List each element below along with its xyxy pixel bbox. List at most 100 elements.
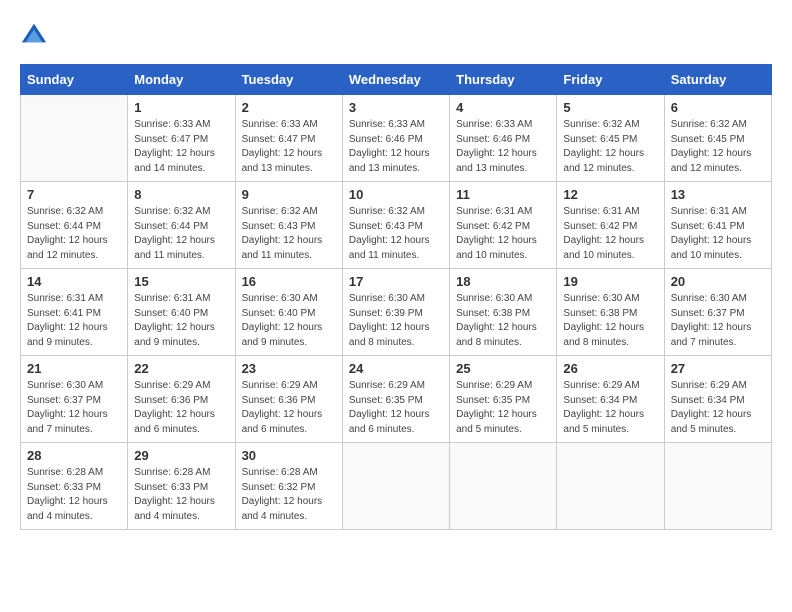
day-number: 18 (456, 274, 550, 289)
day-number: 17 (349, 274, 443, 289)
calendar-day-cell: 12 Sunrise: 6:31 AM Sunset: 6:42 PM Dayl… (557, 182, 664, 269)
day-number: 2 (242, 100, 336, 115)
day-number: 5 (563, 100, 657, 115)
day-info: Sunrise: 6:32 AM Sunset: 6:44 PM Dayligh… (134, 205, 228, 263)
day-info: Sunrise: 6:30 AM Sunset: 6:40 PM Dayligh… (242, 292, 336, 350)
calendar-week-row: 14 Sunrise: 6:31 AM Sunset: 6:41 PM Dayl… (21, 269, 772, 356)
calendar-day-cell: 11 Sunrise: 6:31 AM Sunset: 6:42 PM Dayl… (450, 182, 557, 269)
day-number: 4 (456, 100, 550, 115)
calendar-day-cell: 29 Sunrise: 6:28 AM Sunset: 6:33 PM Dayl… (128, 443, 235, 530)
day-info: Sunrise: 6:29 AM Sunset: 6:36 PM Dayligh… (242, 379, 336, 437)
day-info: Sunrise: 6:33 AM Sunset: 6:46 PM Dayligh… (349, 118, 443, 176)
calendar-day-cell: 24 Sunrise: 6:29 AM Sunset: 6:35 PM Dayl… (342, 356, 449, 443)
calendar-day-cell: 27 Sunrise: 6:29 AM Sunset: 6:34 PM Dayl… (664, 356, 771, 443)
day-info: Sunrise: 6:33 AM Sunset: 6:46 PM Dayligh… (456, 118, 550, 176)
day-number: 8 (134, 187, 228, 202)
day-info: Sunrise: 6:33 AM Sunset: 6:47 PM Dayligh… (242, 118, 336, 176)
day-number: 29 (134, 448, 228, 463)
weekday-header: Monday (128, 65, 235, 95)
day-number: 10 (349, 187, 443, 202)
day-info: Sunrise: 6:32 AM Sunset: 6:44 PM Dayligh… (27, 205, 121, 263)
logo-icon (20, 20, 48, 48)
calendar-day-cell: 22 Sunrise: 6:29 AM Sunset: 6:36 PM Dayl… (128, 356, 235, 443)
calendar-day-cell: 1 Sunrise: 6:33 AM Sunset: 6:47 PM Dayli… (128, 95, 235, 182)
calendar-day-cell: 3 Sunrise: 6:33 AM Sunset: 6:46 PM Dayli… (342, 95, 449, 182)
day-number: 25 (456, 361, 550, 376)
calendar-day-cell: 21 Sunrise: 6:30 AM Sunset: 6:37 PM Dayl… (21, 356, 128, 443)
calendar-day-cell: 26 Sunrise: 6:29 AM Sunset: 6:34 PM Dayl… (557, 356, 664, 443)
calendar-day-cell: 8 Sunrise: 6:32 AM Sunset: 6:44 PM Dayli… (128, 182, 235, 269)
day-number: 20 (671, 274, 765, 289)
page-header (20, 20, 772, 48)
day-info: Sunrise: 6:32 AM Sunset: 6:45 PM Dayligh… (563, 118, 657, 176)
day-number: 24 (349, 361, 443, 376)
calendar-header-row: SundayMondayTuesdayWednesdayThursdayFrid… (21, 65, 772, 95)
calendar-day-cell: 20 Sunrise: 6:30 AM Sunset: 6:37 PM Dayl… (664, 269, 771, 356)
calendar-day-cell: 16 Sunrise: 6:30 AM Sunset: 6:40 PM Dayl… (235, 269, 342, 356)
day-number: 13 (671, 187, 765, 202)
calendar-day-cell: 18 Sunrise: 6:30 AM Sunset: 6:38 PM Dayl… (450, 269, 557, 356)
day-number: 22 (134, 361, 228, 376)
day-info: Sunrise: 6:33 AM Sunset: 6:47 PM Dayligh… (134, 118, 228, 176)
day-info: Sunrise: 6:31 AM Sunset: 6:40 PM Dayligh… (134, 292, 228, 350)
day-info: Sunrise: 6:30 AM Sunset: 6:38 PM Dayligh… (456, 292, 550, 350)
day-number: 7 (27, 187, 121, 202)
calendar-day-cell: 10 Sunrise: 6:32 AM Sunset: 6:43 PM Dayl… (342, 182, 449, 269)
calendar-header: SundayMondayTuesdayWednesdayThursdayFrid… (21, 65, 772, 95)
calendar-day-cell (342, 443, 449, 530)
day-number: 21 (27, 361, 121, 376)
day-number: 28 (27, 448, 121, 463)
day-info: Sunrise: 6:31 AM Sunset: 6:41 PM Dayligh… (27, 292, 121, 350)
day-info: Sunrise: 6:31 AM Sunset: 6:42 PM Dayligh… (456, 205, 550, 263)
day-info: Sunrise: 6:29 AM Sunset: 6:35 PM Dayligh… (456, 379, 550, 437)
day-number: 23 (242, 361, 336, 376)
day-info: Sunrise: 6:31 AM Sunset: 6:42 PM Dayligh… (563, 205, 657, 263)
calendar-week-row: 7 Sunrise: 6:32 AM Sunset: 6:44 PM Dayli… (21, 182, 772, 269)
calendar-week-row: 1 Sunrise: 6:33 AM Sunset: 6:47 PM Dayli… (21, 95, 772, 182)
day-info: Sunrise: 6:30 AM Sunset: 6:37 PM Dayligh… (27, 379, 121, 437)
day-info: Sunrise: 6:28 AM Sunset: 6:33 PM Dayligh… (134, 466, 228, 524)
day-info: Sunrise: 6:29 AM Sunset: 6:36 PM Dayligh… (134, 379, 228, 437)
day-number: 14 (27, 274, 121, 289)
day-number: 26 (563, 361, 657, 376)
calendar-day-cell: 15 Sunrise: 6:31 AM Sunset: 6:40 PM Dayl… (128, 269, 235, 356)
day-info: Sunrise: 6:30 AM Sunset: 6:38 PM Dayligh… (563, 292, 657, 350)
day-number: 15 (134, 274, 228, 289)
day-info: Sunrise: 6:32 AM Sunset: 6:45 PM Dayligh… (671, 118, 765, 176)
weekday-header: Friday (557, 65, 664, 95)
logo (20, 20, 52, 48)
day-number: 1 (134, 100, 228, 115)
calendar-day-cell: 23 Sunrise: 6:29 AM Sunset: 6:36 PM Dayl… (235, 356, 342, 443)
day-number: 19 (563, 274, 657, 289)
day-number: 16 (242, 274, 336, 289)
day-info: Sunrise: 6:31 AM Sunset: 6:41 PM Dayligh… (671, 205, 765, 263)
day-info: Sunrise: 6:28 AM Sunset: 6:32 PM Dayligh… (242, 466, 336, 524)
day-info: Sunrise: 6:28 AM Sunset: 6:33 PM Dayligh… (27, 466, 121, 524)
weekday-header: Saturday (664, 65, 771, 95)
day-number: 30 (242, 448, 336, 463)
calendar-day-cell (664, 443, 771, 530)
weekday-header: Wednesday (342, 65, 449, 95)
calendar-day-cell: 4 Sunrise: 6:33 AM Sunset: 6:46 PM Dayli… (450, 95, 557, 182)
calendar-day-cell: 14 Sunrise: 6:31 AM Sunset: 6:41 PM Dayl… (21, 269, 128, 356)
day-info: Sunrise: 6:32 AM Sunset: 6:43 PM Dayligh… (242, 205, 336, 263)
calendar-day-cell (450, 443, 557, 530)
calendar-day-cell: 2 Sunrise: 6:33 AM Sunset: 6:47 PM Dayli… (235, 95, 342, 182)
calendar-day-cell: 6 Sunrise: 6:32 AM Sunset: 6:45 PM Dayli… (664, 95, 771, 182)
calendar-week-row: 21 Sunrise: 6:30 AM Sunset: 6:37 PM Dayl… (21, 356, 772, 443)
calendar-day-cell: 28 Sunrise: 6:28 AM Sunset: 6:33 PM Dayl… (21, 443, 128, 530)
calendar-day-cell: 13 Sunrise: 6:31 AM Sunset: 6:41 PM Dayl… (664, 182, 771, 269)
calendar-body: 1 Sunrise: 6:33 AM Sunset: 6:47 PM Dayli… (21, 95, 772, 530)
day-info: Sunrise: 6:29 AM Sunset: 6:34 PM Dayligh… (563, 379, 657, 437)
day-info: Sunrise: 6:30 AM Sunset: 6:39 PM Dayligh… (349, 292, 443, 350)
day-number: 9 (242, 187, 336, 202)
calendar-day-cell: 19 Sunrise: 6:30 AM Sunset: 6:38 PM Dayl… (557, 269, 664, 356)
calendar-day-cell (557, 443, 664, 530)
calendar-day-cell: 5 Sunrise: 6:32 AM Sunset: 6:45 PM Dayli… (557, 95, 664, 182)
day-number: 3 (349, 100, 443, 115)
day-info: Sunrise: 6:32 AM Sunset: 6:43 PM Dayligh… (349, 205, 443, 263)
calendar-week-row: 28 Sunrise: 6:28 AM Sunset: 6:33 PM Dayl… (21, 443, 772, 530)
day-number: 27 (671, 361, 765, 376)
weekday-header: Tuesday (235, 65, 342, 95)
day-info: Sunrise: 6:29 AM Sunset: 6:35 PM Dayligh… (349, 379, 443, 437)
